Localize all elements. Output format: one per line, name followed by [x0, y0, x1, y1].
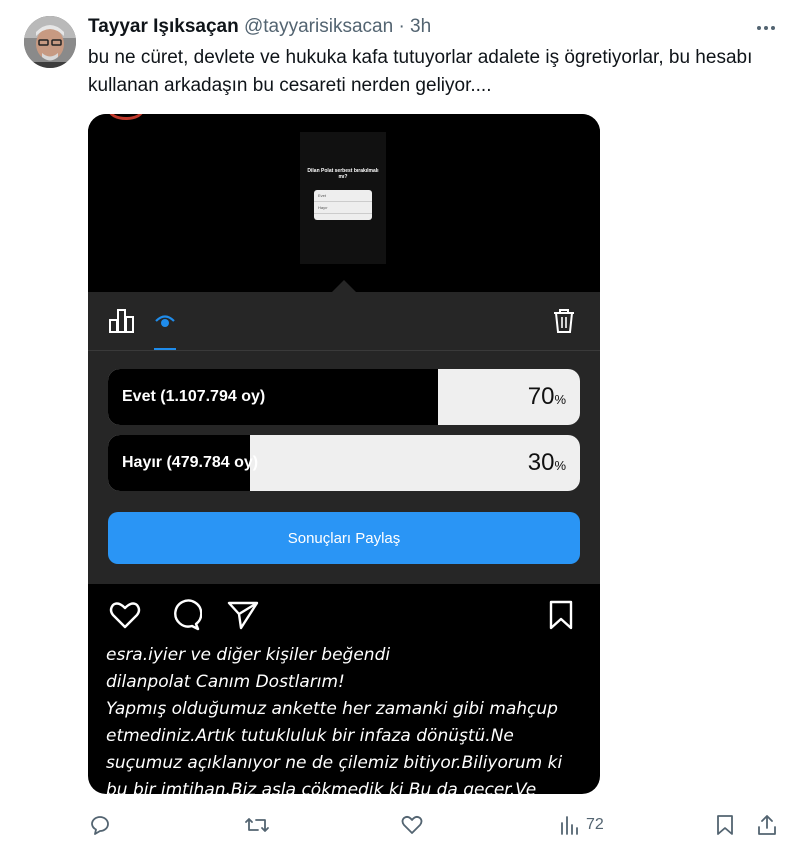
bookmark-button[interactable] — [714, 808, 736, 842]
story-ring — [108, 114, 144, 120]
bar-chart-icon[interactable] — [108, 308, 136, 339]
avatar[interactable] — [24, 16, 76, 68]
tweet-text: bu ne cüret, devlete ve hukuka kafa tutu… — [88, 47, 753, 96]
views-button[interactable]: 72 — [560, 808, 604, 842]
share-icon — [758, 815, 776, 835]
poll-option-percent-value: 70 — [527, 383, 555, 410]
poll-option-label: Evet (1.107.794 oy) — [122, 388, 266, 405]
poll-option-bar: Evet (1.107.794 oy) 70% — [108, 369, 580, 425]
tweet-media-image[interactable]: Dilan Polat serbest bırakılmalı mı? Evet… — [88, 114, 600, 794]
poll-option-percent-sign: % — [554, 392, 566, 407]
send-icon[interactable] — [226, 598, 260, 632]
story-preview-area: Dilan Polat serbest bırakılmalı mı? Evet… — [88, 114, 600, 292]
story-poll-option: Evet — [314, 190, 372, 202]
tweet: Tayyar Işıksaçan @tayyarisiksacan · 3h b… — [0, 0, 800, 856]
poll-option-percent-value: 30 — [527, 449, 555, 476]
tweet-action-bar: 72 — [88, 808, 788, 842]
caption-line: etmediniz.Artık tutukluluk bir infaza dö… — [106, 726, 514, 746]
instagram-action-bar — [88, 584, 600, 640]
display-name[interactable]: Tayyar Işıksaçan — [88, 16, 239, 37]
poll-option-percent-sign: % — [554, 458, 566, 473]
retweet-icon — [245, 818, 269, 832]
panel-caret — [332, 280, 356, 292]
caption-line: dilanpolat Canım Dostlarım! — [106, 672, 345, 692]
views-icon — [561, 816, 578, 835]
reply-icon — [91, 816, 109, 835]
poll-results-panel: Evet (1.107.794 oy) 70% Hayır (479.784 o… — [88, 292, 600, 584]
poll-option-percent: 30% — [528, 435, 566, 491]
story-thumbnail: Dilan Polat serbest bırakılmalı mı? Evet… — [300, 132, 386, 264]
comment-icon[interactable] — [168, 598, 203, 632]
instagram-caption: esra.iyier ve diğer kişiler beğendi dila… — [106, 642, 586, 794]
separator-dot: · — [398, 16, 405, 37]
caption-line: Yapmış olduğumuz ankette her zamanki gib… — [106, 699, 558, 719]
bookmark-icon[interactable] — [544, 598, 578, 632]
poll-panel-tabs — [88, 292, 600, 350]
views-count: 72 — [586, 816, 604, 833]
caption-line: bu bir imtihan.Biz asla çökmedik ki Bu d… — [106, 780, 537, 794]
trash-icon[interactable] — [552, 308, 576, 339]
tweet-time[interactable]: 3h — [410, 16, 431, 37]
divider — [88, 350, 600, 351]
user-handle[interactable]: @tayyarisiksacan — [244, 16, 393, 37]
like-icon — [401, 815, 423, 834]
story-poll-option: Hayır — [314, 202, 372, 214]
share-button[interactable] — [756, 808, 778, 842]
avatar-image — [24, 16, 76, 68]
poll-option-bar: Hayır (479.784 oy) 30% — [108, 435, 580, 491]
share-results-button[interactable]: Sonuçları Paylaş — [108, 512, 580, 564]
like-button[interactable] — [400, 808, 430, 842]
tweet-header: Tayyar Işıksaçan @tayyarisiksacan · 3h — [88, 14, 431, 40]
caption-line: suçumuz açıklanıyor ne de çilemiz bitiyo… — [106, 753, 563, 773]
poll-option-percent: 70% — [528, 369, 566, 425]
retweet-button[interactable] — [244, 808, 276, 842]
story-poll-question: Dilan Polat serbest bırakılmalı mı? — [307, 168, 379, 180]
eye-icon[interactable] — [154, 312, 176, 335]
story-poll-box: Evet Hayır — [314, 190, 372, 220]
more-options-icon[interactable] — [752, 14, 780, 42]
reply-button[interactable] — [88, 808, 118, 842]
tweet-bookmark-icon — [717, 815, 733, 835]
poll-option-label: Hayır (479.784 oy) — [122, 454, 259, 471]
caption-line: esra.iyier ve diğer kişiler beğendi — [106, 645, 391, 665]
heart-icon[interactable] — [108, 598, 142, 632]
